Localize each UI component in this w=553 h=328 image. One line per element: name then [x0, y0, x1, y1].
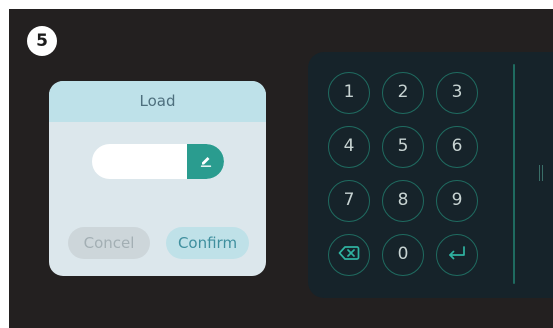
enter-icon — [449, 246, 465, 260]
key-9[interactable]: 9 — [436, 180, 478, 222]
edit-button[interactable] — [187, 144, 224, 179]
key-3[interactable]: 3 — [436, 72, 478, 114]
key-8[interactable]: 8 — [382, 180, 424, 222]
step-number-badge: 5 — [27, 26, 57, 56]
key-6[interactable]: 6 — [436, 126, 478, 168]
cancel-button[interactable]: Concel — [68, 227, 150, 259]
key-4[interactable]: 4 — [328, 126, 370, 168]
load-dialog: Load Concel Confirm — [49, 81, 266, 276]
panel-handle[interactable] — [539, 165, 543, 181]
key-2[interactable]: 2 — [382, 72, 424, 114]
key-7[interactable]: 7 — [328, 180, 370, 222]
enter-key[interactable] — [436, 234, 478, 276]
keypad-divider — [513, 64, 515, 284]
key-5[interactable]: 5 — [382, 126, 424, 168]
confirm-button[interactable]: Confirm — [166, 227, 249, 259]
backspace-key[interactable] — [328, 234, 370, 276]
backspace-icon — [338, 246, 360, 260]
numeric-keypad-panel: 1 2 3 4 5 6 7 8 9 0 — [308, 52, 553, 298]
dialog-title: Load — [49, 81, 266, 122]
pencil-icon — [200, 157, 211, 167]
load-input[interactable] — [92, 144, 187, 179]
load-input-group — [92, 144, 224, 179]
key-0[interactable]: 0 — [382, 234, 424, 276]
key-1[interactable]: 1 — [328, 72, 370, 114]
device-screen: 1 2 3 4 5 6 7 8 9 0 5 Load Concel Confir… — [9, 9, 553, 328]
